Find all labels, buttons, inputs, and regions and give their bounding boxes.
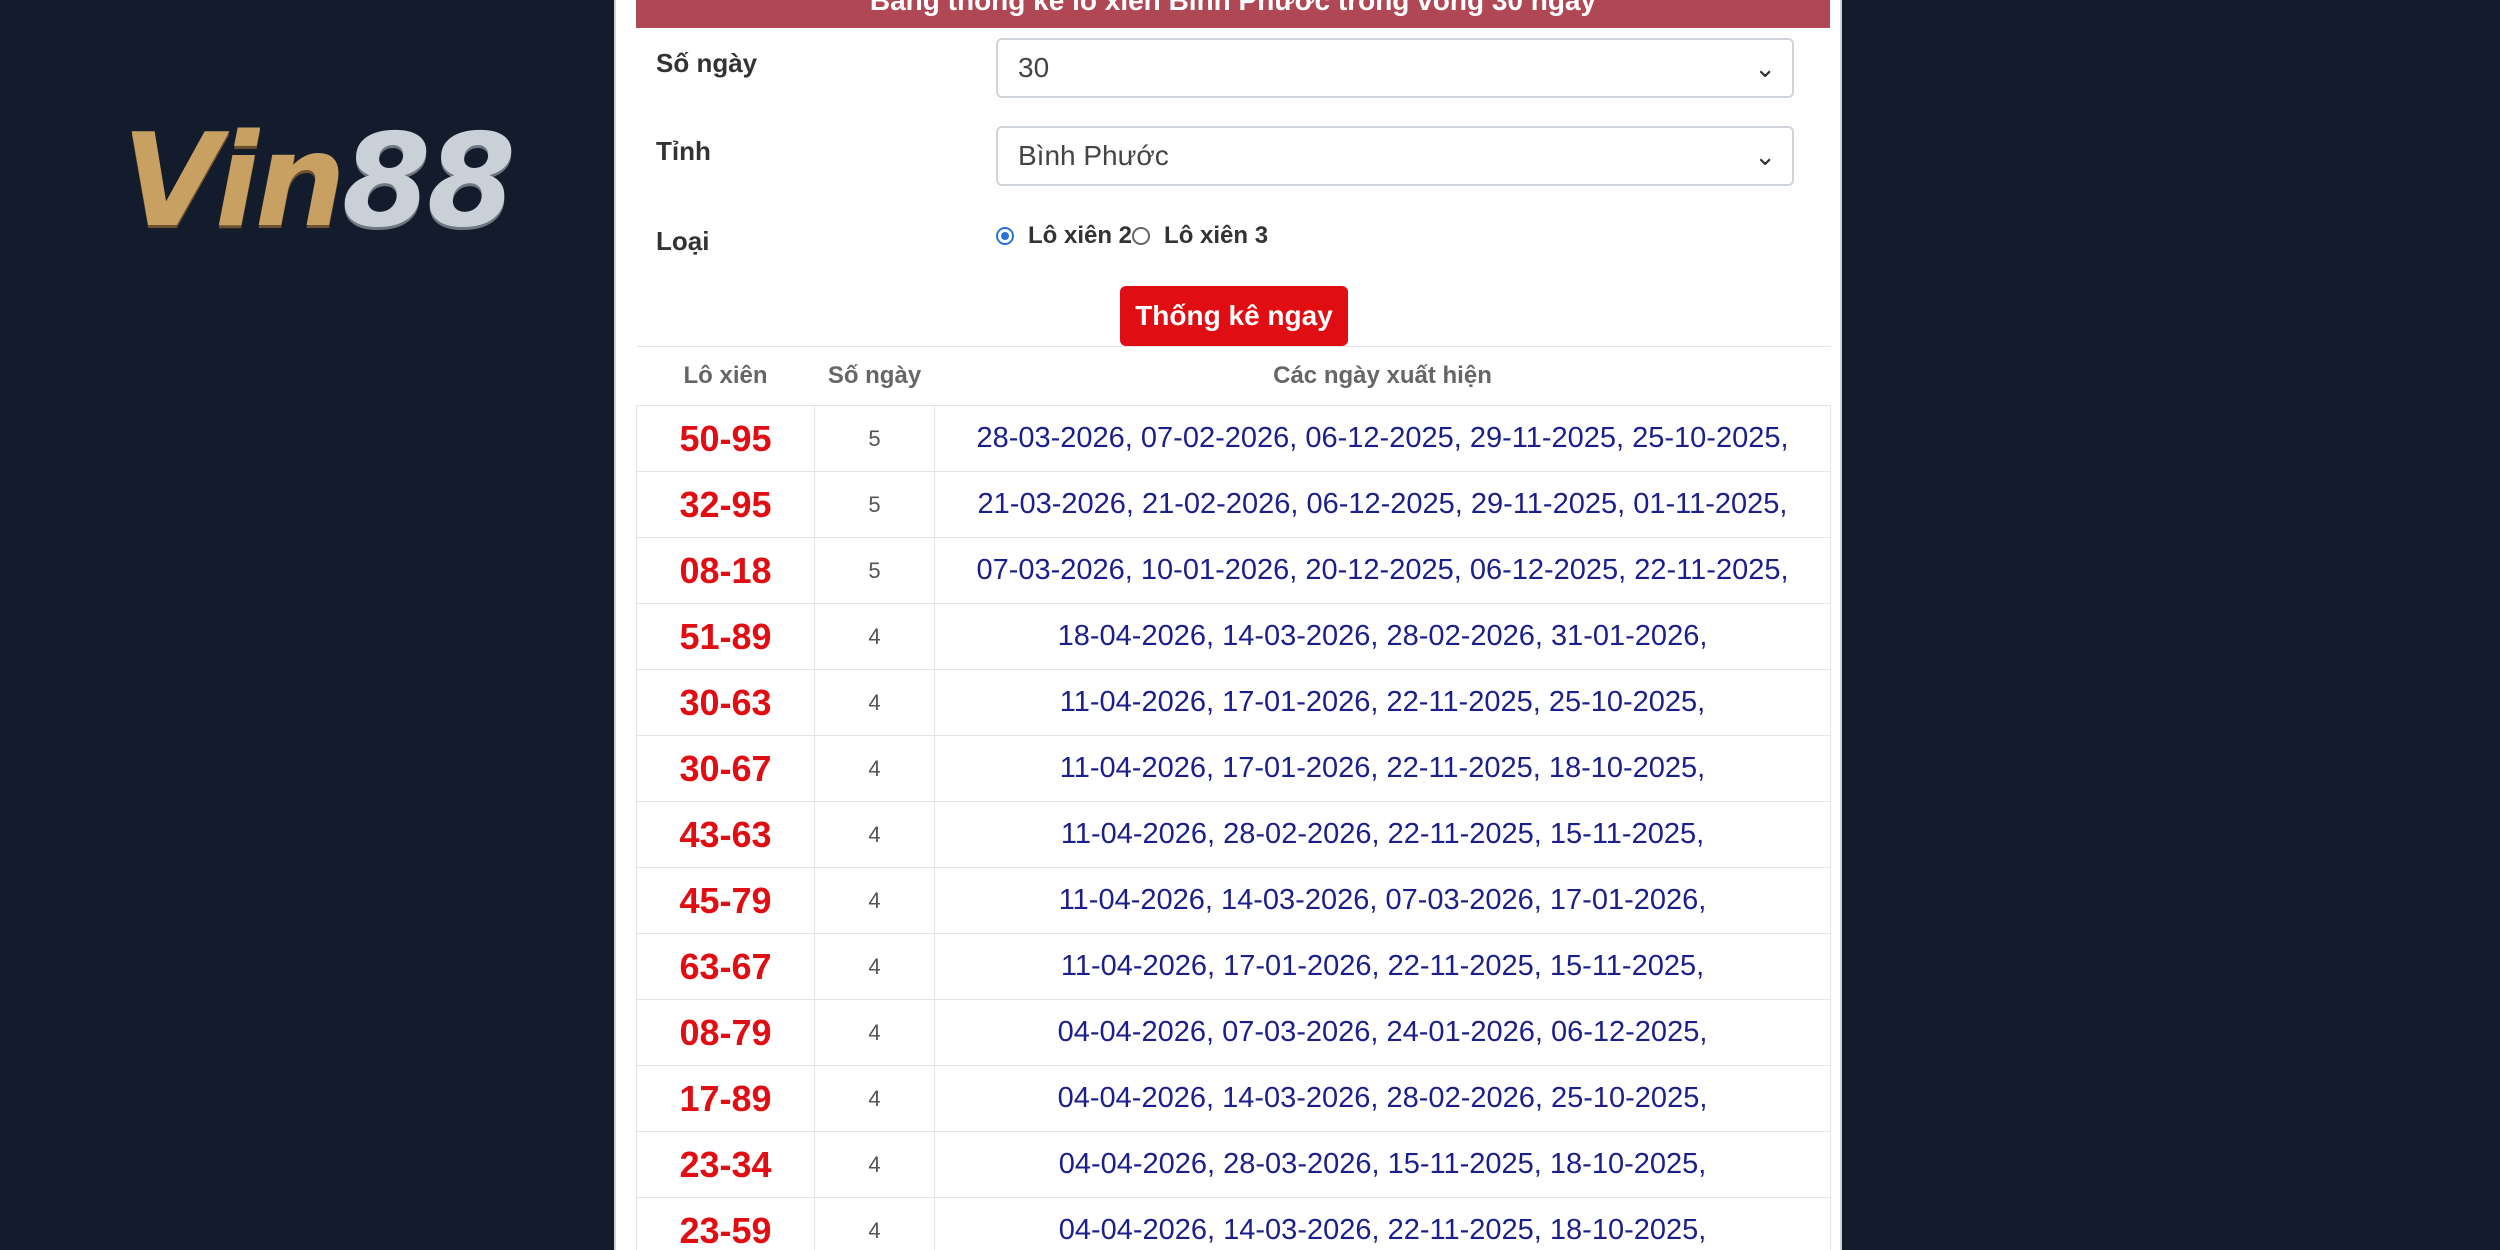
table-row: 23-34 4 04-04-2026, 28-03-2026, 15-11-2025… [636, 1131, 1831, 1198]
radio-lo-xien-2[interactable] [996, 227, 1014, 245]
table-row: 45-79 4 11-04-2026, 14-03-2026, 07-03-2026… [636, 867, 1831, 934]
cell-dates: 11-04-2026, 17-01-2026, 22-11-2025, 18-1… [934, 735, 1831, 802]
cell-count: 4 [814, 933, 935, 1000]
cell-pair: 17-89 [636, 1065, 815, 1132]
cell-dates: 18-04-2026, 14-03-2026, 28-02-2026, 31-0… [934, 603, 1831, 670]
province-select-value: Bình Phước [1018, 140, 1169, 171]
table-row: 51-89 4 18-04-2026, 14-03-2026, 28-02-2026… [636, 603, 1831, 670]
type-radio-group: Lô xiên 2 Lô xiên 3 [996, 222, 1268, 252]
cell-dates: 04-04-2026, 28-03-2026, 15-11-2025, 18-1… [934, 1131, 1831, 1198]
table-row: 08-79 4 04-04-2026, 07-03-2026, 24-01-2026… [636, 999, 1831, 1066]
table-header-row: Lô xiên Số ngày Các ngày xuất hiện [636, 346, 1831, 406]
header-pair: Lô xiên [636, 346, 815, 406]
cell-dates: 28-03-2026, 07-02-2026, 06-12-2025, 29-1… [934, 405, 1831, 472]
logo-text-vin: Vin [122, 107, 346, 256]
cell-pair: 23-59 [636, 1197, 815, 1250]
cell-pair: 63-67 [636, 933, 815, 1000]
panel-title: Bảng thống kê lô xiên Bình Phước trong v… [636, 0, 1830, 28]
vin88-logo: Vin88 [122, 118, 516, 246]
cell-pair: 45-79 [636, 867, 815, 934]
cell-pair: 30-67 [636, 735, 815, 802]
table-row: 08-18 5 07-03-2026, 10-01-2026, 20-12-2025… [636, 537, 1831, 604]
cell-pair: 08-79 [636, 999, 815, 1066]
cell-dates: 04-04-2026, 07-03-2026, 24-01-2026, 06-1… [934, 999, 1831, 1066]
province-select[interactable]: Bình Phước ⌄ [996, 126, 1794, 186]
cell-pair: 08-18 [636, 537, 815, 604]
cell-count: 4 [814, 801, 935, 868]
cell-dates: 11-04-2026, 17-01-2026, 22-11-2025, 25-1… [934, 669, 1831, 736]
cell-pair: 51-89 [636, 603, 815, 670]
cell-dates: 11-04-2026, 17-01-2026, 22-11-2025, 15-1… [934, 933, 1831, 1000]
cell-count: 4 [814, 1131, 935, 1198]
chevron-down-icon: ⌄ [1754, 53, 1776, 83]
cell-count: 4 [814, 603, 935, 670]
days-select-value: 30 [1018, 52, 1050, 83]
logo-text-88: 88 [341, 107, 516, 256]
cell-dates: 11-04-2026, 28-02-2026, 22-11-2025, 15-1… [934, 801, 1831, 868]
stats-panel: Bảng thống kê lô xiên Bình Phước trong v… [614, 0, 1842, 1250]
cell-count: 4 [814, 1197, 935, 1250]
cell-count: 4 [814, 1065, 935, 1132]
cell-count: 4 [814, 735, 935, 802]
results-table: Lô xiên Số ngày Các ngày xuất hiện 50-95… [636, 346, 1831, 1250]
table-row: 32-95 5 21-03-2026, 21-02-2026, 06-12-2025… [636, 471, 1831, 538]
radio-lo-xien-3-label[interactable]: Lô xiên 3 [1164, 222, 1268, 250]
table-row: 30-67 4 11-04-2026, 17-01-2026, 22-11-2025… [636, 735, 1831, 802]
chevron-down-icon: ⌄ [1754, 141, 1776, 171]
radio-lo-xien-3[interactable] [1132, 227, 1151, 245]
radio-lo-xien-2-label[interactable]: Lô xiên 2 [1028, 222, 1132, 250]
cell-count: 4 [814, 867, 935, 934]
table-row: 50-95 5 28-03-2026, 07-02-2026, 06-12-2025… [636, 405, 1831, 472]
cell-count: 4 [814, 669, 935, 736]
cell-count: 5 [814, 471, 935, 538]
cell-pair: 23-34 [636, 1131, 815, 1198]
cell-pair: 30-63 [636, 669, 815, 736]
table-row: 43-63 4 11-04-2026, 28-02-2026, 22-11-2025… [636, 801, 1831, 868]
days-select[interactable]: 30 ⌄ [996, 38, 1794, 98]
submit-button[interactable]: Thống kê ngay [1120, 286, 1348, 346]
table-row: 63-67 4 11-04-2026, 17-01-2026, 22-11-2025… [636, 933, 1831, 1000]
cell-dates: 04-04-2026, 14-03-2026, 28-02-2026, 25-1… [934, 1065, 1831, 1132]
cell-dates: 07-03-2026, 10-01-2026, 20-12-2025, 06-1… [934, 537, 1831, 604]
type-label: Loại [656, 226, 710, 256]
table-row: 17-89 4 04-04-2026, 14-03-2026, 28-02-2026… [636, 1065, 1831, 1132]
cell-count: 5 [814, 537, 935, 604]
header-count: Số ngày [814, 346, 935, 406]
cell-pair: 50-95 [636, 405, 815, 472]
days-label: Số ngày [656, 48, 758, 78]
table-row: 30-63 4 11-04-2026, 17-01-2026, 22-11-2025… [636, 669, 1831, 736]
cell-count: 4 [814, 999, 935, 1066]
province-label: Tỉnh [656, 136, 711, 166]
cell-dates: 11-04-2026, 14-03-2026, 07-03-2026, 17-0… [934, 867, 1831, 934]
cell-count: 5 [814, 405, 935, 472]
table-row: 23-59 4 04-04-2026, 14-03-2026, 22-11-2025… [636, 1197, 1831, 1250]
cell-dates: 04-04-2026, 14-03-2026, 22-11-2025, 18-1… [934, 1197, 1831, 1250]
header-dates: Các ngày xuất hiện [934, 346, 1831, 406]
cell-pair: 43-63 [636, 801, 815, 868]
cell-pair: 32-95 [636, 471, 815, 538]
cell-dates: 21-03-2026, 21-02-2026, 06-12-2025, 29-1… [934, 471, 1831, 538]
